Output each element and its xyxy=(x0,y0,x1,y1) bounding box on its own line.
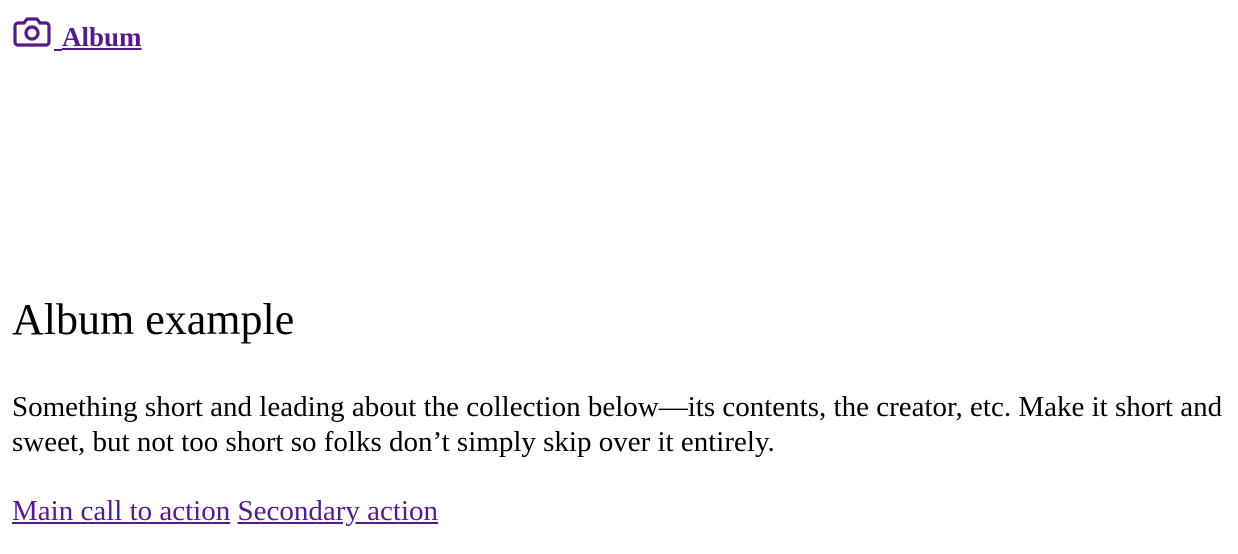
main-call-to-action-link[interactable]: Main call to action xyxy=(12,495,230,527)
brand-link[interactable]: Album xyxy=(12,16,142,52)
page-title: Album example xyxy=(12,295,295,344)
camera-icon xyxy=(12,16,52,52)
brand-spacer xyxy=(54,47,62,51)
secondary-action-link[interactable]: Secondary action xyxy=(238,495,439,527)
hero-actions: Main call to action Secondary action xyxy=(12,494,438,529)
brand-label: Album xyxy=(62,22,142,52)
hero-lead-text: Something short and leading about the co… xyxy=(12,391,1223,458)
